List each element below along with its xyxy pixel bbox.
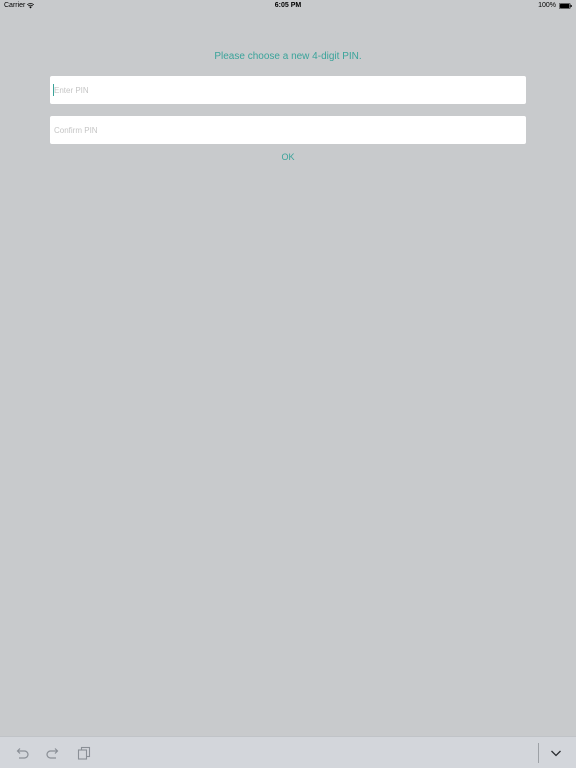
text-cursor <box>53 84 54 96</box>
keyboard-accessory-bar <box>0 736 576 768</box>
undo-icon <box>14 745 30 761</box>
redo-button[interactable] <box>45 745 61 761</box>
status-bar: Carrier 6:05 PM 100% <box>0 0 576 12</box>
pin-prompt: Please choose a new 4-digit PIN. <box>214 51 362 62</box>
accessory-divider <box>538 743 539 763</box>
paste-button[interactable] <box>76 745 92 761</box>
paste-icon <box>76 745 92 761</box>
battery-icon <box>559 2 572 9</box>
battery-percentage: 100% <box>538 2 556 9</box>
status-time: 6:05 PM <box>274 2 302 9</box>
ok-button[interactable]: OK <box>268 151 308 163</box>
chevron-down-icon <box>548 745 564 761</box>
undo-button[interactable] <box>14 745 30 761</box>
dismiss-keyboard-button[interactable] <box>548 745 564 761</box>
confirm-pin-field[interactable] <box>50 116 526 144</box>
battery-group: 100% <box>538 2 572 9</box>
enter-pin-field[interactable] <box>50 76 526 104</box>
redo-icon <box>45 745 61 761</box>
